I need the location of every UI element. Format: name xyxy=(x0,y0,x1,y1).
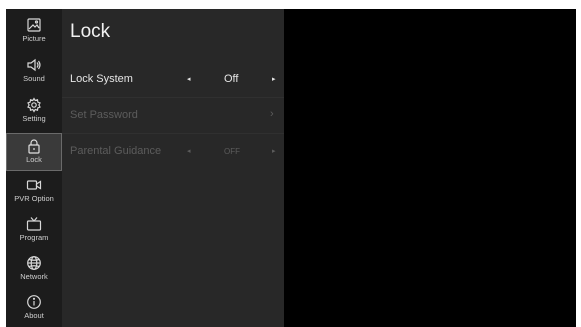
lock-system-value: Off xyxy=(224,73,239,85)
sidebar-item-about[interactable]: About xyxy=(6,290,62,327)
left-arrow-icon[interactable]: ◂ xyxy=(187,75,191,83)
sidebar-item-label: PVR Option xyxy=(14,194,54,203)
lock-system-label: Lock System xyxy=(70,73,133,85)
sidebar-item-pvr-option[interactable]: PVR Option xyxy=(6,173,62,211)
set-password-label: Set Password xyxy=(70,109,138,121)
lock-system-row[interactable]: Lock System ◂ Off ▸ xyxy=(62,65,284,95)
lock-settings-panel: Lock Lock System ◂ Off ▸ Set Password › … xyxy=(62,9,284,327)
page-title: Lock xyxy=(70,21,111,42)
sidebar-item-picture[interactable]: Picture xyxy=(6,13,62,51)
sidebar-item-sound[interactable]: Sound xyxy=(6,53,62,91)
parental-guidance-value: OFF xyxy=(224,147,240,156)
left-arrow-icon[interactable]: ◂ xyxy=(187,147,191,155)
info-icon xyxy=(27,295,41,309)
video-camera-icon xyxy=(26,180,42,190)
sidebar-item-label: Lock xyxy=(26,155,42,164)
gear-icon xyxy=(27,97,41,113)
sidebar-item-program[interactable]: Program xyxy=(6,212,62,250)
row-divider xyxy=(62,133,284,134)
parental-guidance-row[interactable]: Parental Guidance ◂ OFF ▸ xyxy=(62,137,284,167)
sidebar-item-network[interactable]: Network xyxy=(6,251,62,289)
tv-preview-area xyxy=(284,9,576,327)
sidebar-item-label: Sound xyxy=(23,74,45,83)
row-divider xyxy=(62,97,284,98)
chevron-right-icon: › xyxy=(270,108,274,120)
sidebar-item-label: About xyxy=(24,311,44,320)
right-arrow-icon[interactable]: ▸ xyxy=(272,75,276,83)
tv-screen: Picture Sound Setting Lock PVR Option Pr… xyxy=(6,9,576,327)
sidebar-item-label: Program xyxy=(19,233,49,242)
set-password-row[interactable]: Set Password › xyxy=(62,101,284,131)
lock-icon xyxy=(28,139,40,154)
sidebar-item-label: Network xyxy=(20,272,48,281)
sidebar-item-setting[interactable]: Setting xyxy=(6,93,62,131)
picture-icon xyxy=(27,18,41,32)
settings-category-rail: Picture Sound Setting Lock PVR Option Pr… xyxy=(6,9,62,327)
globe-icon xyxy=(27,256,41,270)
tv-icon xyxy=(26,217,42,231)
sidebar-item-label: Setting xyxy=(22,114,46,123)
sidebar-item-lock[interactable]: Lock xyxy=(6,133,62,171)
right-arrow-icon[interactable]: ▸ xyxy=(272,147,276,155)
sidebar-item-label: Picture xyxy=(22,34,46,43)
speaker-icon xyxy=(27,58,41,72)
parental-guidance-label: Parental Guidance xyxy=(70,145,162,157)
